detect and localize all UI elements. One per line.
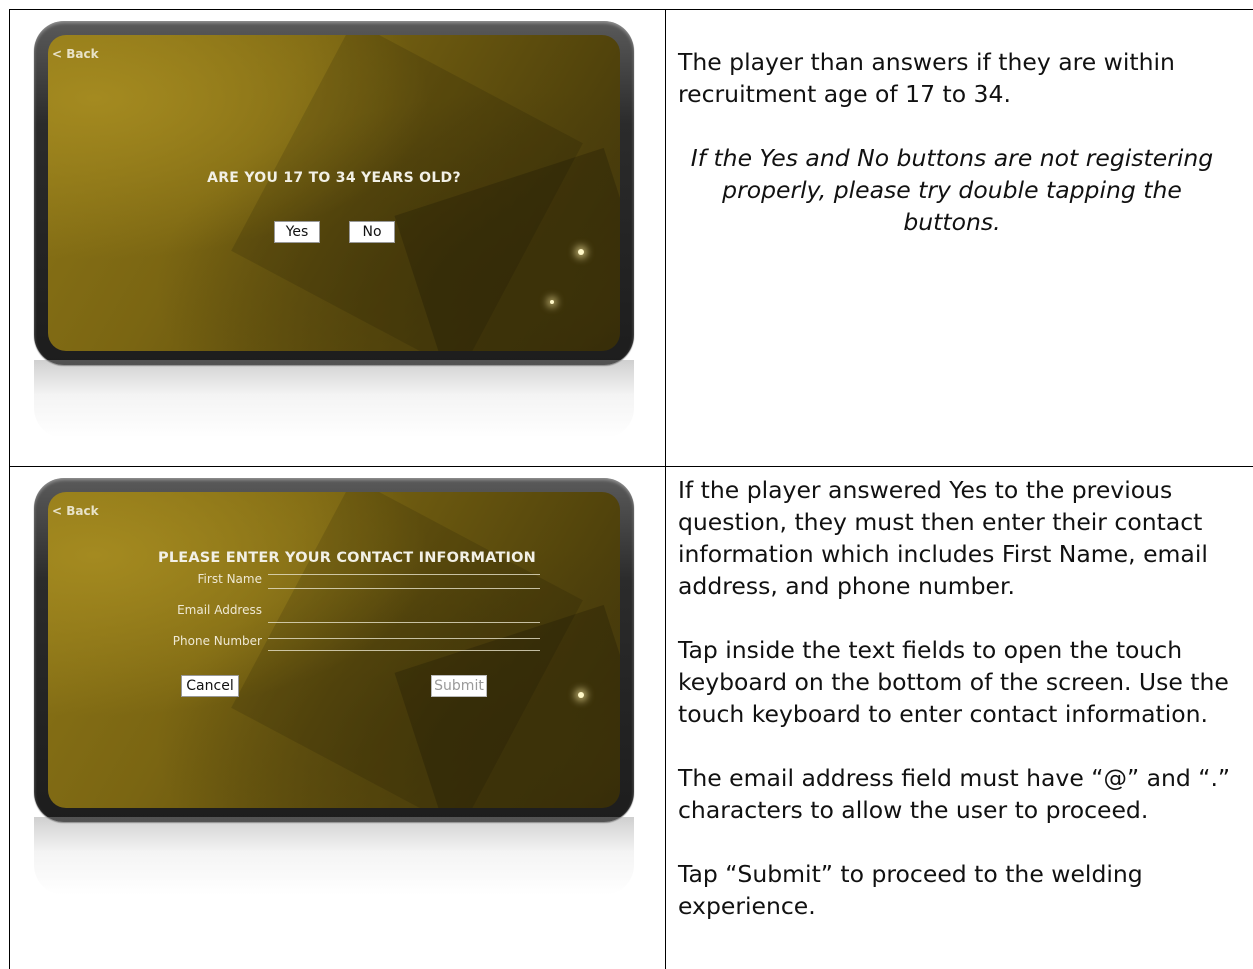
table-border-top [9, 9, 1253, 10]
contact-form-screen: < Back PLEASE ENTER YOUR CONTACT INFORMA… [48, 492, 620, 808]
age-question: ARE YOU 17 TO 34 YEARS OLD? [207, 170, 461, 186]
cancel-button[interactable]: Cancel [181, 675, 239, 697]
sparkle-decoration [550, 300, 554, 304]
sparkle-decoration [578, 249, 584, 255]
row2-description: If the player answered Yes to the previo… [678, 474, 1248, 922]
email-address-label: Email Address [177, 603, 262, 617]
phone-number-input[interactable] [268, 650, 540, 651]
row1-description: The player than answers if they are with… [678, 46, 1238, 270]
back-link[interactable]: < Back [52, 504, 99, 518]
column-divider [665, 9, 666, 969]
email-validation-note: The email address field must have “@” an… [678, 764, 1231, 824]
back-link[interactable]: < Back [52, 47, 99, 61]
form-title: PLEASE ENTER YOUR CONTACT INFORMATION [158, 550, 537, 566]
first-name-field-top [268, 574, 540, 575]
phone-number-label: Phone Number [172, 634, 262, 648]
first-name-label: First Name [197, 572, 262, 586]
device-frame-age-question: < Back ARE YOU 17 TO 34 YEARS OLD? Yes N… [34, 21, 634, 365]
age-explanation: The player than answers if they are with… [678, 48, 1175, 108]
phone-number-field-top [268, 638, 540, 639]
sparkle-decoration [578, 692, 584, 698]
contact-explanation: If the player answered Yes to the previo… [678, 476, 1208, 600]
email-address-input[interactable] [268, 622, 540, 623]
yes-button[interactable]: Yes [274, 221, 320, 243]
double-tap-tip: If the Yes and No buttons are not regist… [690, 144, 1214, 236]
row-divider [9, 466, 1253, 467]
submit-button[interactable]: Submit [431, 675, 487, 697]
keyboard-explanation: Tap inside the text fields to open the t… [678, 636, 1229, 728]
device-reflection [34, 817, 634, 895]
first-name-input[interactable] [268, 588, 540, 589]
no-button[interactable]: No [349, 221, 395, 243]
device-reflection [34, 360, 634, 438]
device-frame-contact-form: < Back PLEASE ENTER YOUR CONTACT INFORMA… [34, 478, 634, 822]
age-question-screen: < Back ARE YOU 17 TO 34 YEARS OLD? Yes N… [48, 35, 620, 351]
submit-instruction: Tap “Submit” to proceed to the welding e… [678, 860, 1143, 920]
table-border-left [9, 9, 10, 969]
